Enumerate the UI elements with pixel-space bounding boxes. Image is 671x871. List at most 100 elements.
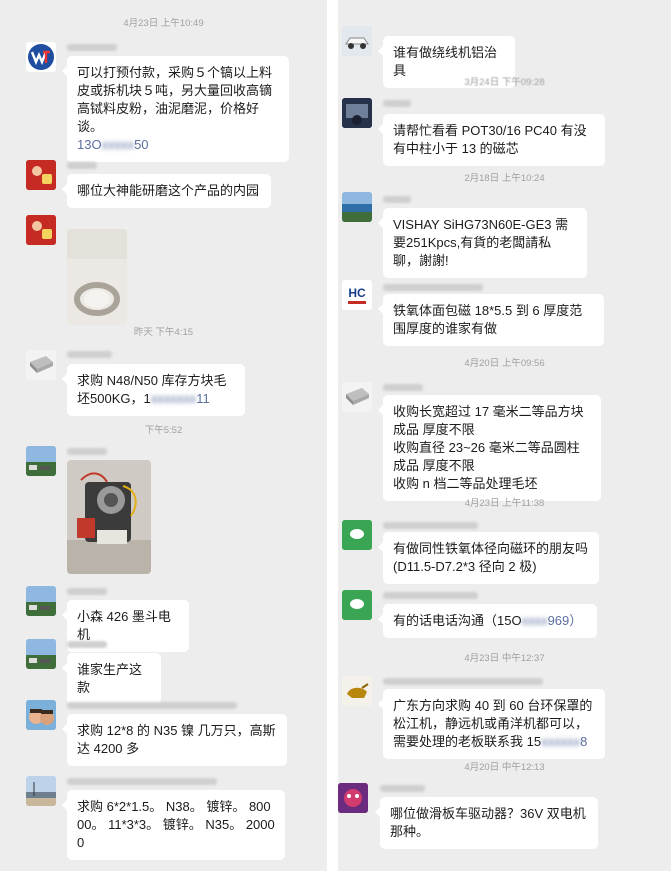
timestamp: 昨天 下午4:15 (133, 327, 194, 338)
chat-panel-left: 4月23日 上午10:49 可以打预付款，采购５个镐以上料皮或拆机块５吨，另大量… (0, 0, 327, 871)
avatar[interactable] (26, 700, 56, 730)
sender-name (383, 592, 478, 599)
message-bubble[interactable]: 求购 N48/N50 库存方块毛坯500KG，1xxxxxxx11 (62, 364, 245, 416)
message-text: 求购 12*8 的 N35 镍 几万只，高斯达 4200 多 (77, 723, 276, 756)
red-envelope-icon (26, 215, 56, 245)
avatar[interactable] (26, 215, 56, 245)
sender-name (67, 641, 107, 648)
chat-app-icon (342, 590, 372, 620)
message-line: 收购直径 23~26 毫米二等品圆柱成品 厚度不限 (393, 440, 580, 473)
message-bubble[interactable]: 铁氧体面包磁 18*5.5 到 6 厚度范围厚度的谁家有做 (378, 294, 604, 346)
message-text: 请帮忙看看 POT30/16 PC40 有没有中柱小于 13 的磁芯 (393, 123, 587, 156)
phone-suffix: 11 (196, 391, 210, 406)
chat-panel-right: 谁有做绕线机铝治具 3月24日 下午09:28 请帮忙看看 POT30/16 P… (338, 0, 671, 871)
phone-suffix: 969） (547, 613, 583, 628)
bull-icon (342, 676, 372, 706)
message-text: 有做同性铁氧体径向磁环的朋友吗(D11.5-D7.2*3 径向 2 极) (393, 541, 589, 574)
message-bubble[interactable]: 有的话电话沟通（15Oxxxx969） (378, 604, 597, 638)
message-line: 收购 n 档二等品处理毛坯 (393, 476, 538, 491)
timestamp: 3月24日 下午09:28 (464, 77, 545, 88)
sender-name (383, 384, 423, 391)
avatar[interactable] (26, 160, 56, 190)
landscape-icon (26, 639, 56, 669)
beach-photo-icon (26, 776, 56, 806)
message-text: 小森 426 墨斗电机 (77, 609, 171, 642)
message-text: VISHAY SiHG73N60E-GE3 需要251Kpcs,有貨的老闆請私聊… (393, 217, 569, 268)
avatar[interactable] (342, 26, 372, 56)
message-text: 哪位做滑板车驱动器？36V 双电机那种。 (390, 806, 586, 839)
message-bubble[interactable]: 请帮忙看看 POT30/16 PC40 有没有中柱小于 13 的磁芯 (378, 114, 605, 166)
phone-redacted: xxxxxx (541, 734, 581, 749)
avatar[interactable]: HC (342, 280, 372, 310)
avatar[interactable] (338, 783, 368, 813)
sender-name (67, 702, 237, 709)
sender-name (383, 284, 483, 291)
sender-name (67, 162, 97, 169)
avatar[interactable] (342, 192, 372, 222)
sender-name (67, 778, 217, 785)
red-envelope-icon (26, 160, 56, 190)
message-text: 哪位大神能研磨这个产品的内园 (77, 183, 260, 198)
sender-name (383, 522, 478, 529)
sender-name (380, 785, 425, 792)
sender-name (67, 351, 112, 358)
avatar[interactable] (342, 676, 372, 706)
message-text: 有的话电话沟通（15O (393, 613, 522, 628)
message-text: 可以打预付款，采购５个镐以上料皮或拆机块５吨，另大量回收高镝高铽料皮粉，油泥磨泥… (77, 65, 273, 134)
timestamp: 4月23日 上午11:38 (464, 498, 545, 509)
avatar[interactable] (342, 98, 372, 128)
timestamp: 2月18日 上午10:24 (464, 173, 545, 184)
sender-name (67, 44, 117, 51)
dark-photo-icon (342, 98, 372, 128)
message-bubble[interactable]: 哪位大神能研磨这个产品的内园 (62, 174, 271, 208)
message-text: 谁家生产这款 (77, 662, 143, 695)
message-bubble[interactable]: 谁家生产这款 (62, 653, 161, 705)
phone-suffix: 8 (580, 734, 588, 749)
phone-redacted: xxxxxxx (150, 391, 197, 406)
timestamp: 4月23日 中午12:37 (464, 653, 545, 664)
message-bubble[interactable]: 哪位做滑板车驱动器？36V 双电机那种。 (375, 797, 598, 849)
message-bubble[interactable]: 求购 12*8 的 N35 镍 几万只，高斯达 4200 多 (62, 714, 287, 766)
timestamp: 4月23日 上午10:49 (123, 18, 204, 29)
magnet-block-icon (342, 382, 372, 412)
phone-redacted: xxxxx (101, 137, 135, 152)
landscape-icon (26, 446, 56, 476)
avatar[interactable] (26, 350, 56, 380)
phone-prefix: 13O (77, 137, 102, 152)
avatar[interactable] (26, 446, 56, 476)
message-bubble[interactable]: 广东方向求购 40 到 60 台环保罩的松江机，静远机或甬洋机都可以，需要处理的… (378, 689, 605, 759)
photo-motor[interactable] (67, 460, 151, 574)
avatar[interactable] (342, 520, 372, 550)
message-bubble[interactable]: 可以打预付款，采购５个镐以上料皮或拆机块５吨，另大量回收高镝高铽料皮粉，油泥磨泥… (62, 56, 289, 162)
message-bubble[interactable]: 收购长宽超过 17 毫米二等品方块成品 厚度不限 收购直径 23~26 毫米二等… (378, 395, 601, 501)
avatar[interactable] (342, 590, 372, 620)
sender-name (67, 448, 107, 455)
avatar[interactable] (342, 382, 372, 412)
message-text: 求购 6*2*1.5。 N38。 镀锌。 80000。 11*3*3。 镀锌。 … (77, 799, 275, 850)
phone-suffix: 50 (134, 137, 149, 152)
message-bubble[interactable]: 求购 6*2*1.5。 N38。 镀锌。 80000。 11*3*3。 镀锌。 … (62, 790, 285, 860)
phone-link[interactable]: 13Oxxxxx50 (77, 137, 149, 152)
svg-text:HC: HC (348, 286, 366, 300)
lake-photo-icon (342, 192, 372, 222)
avatar[interactable] (26, 42, 56, 72)
avatar[interactable] (26, 776, 56, 806)
avatar[interactable] (26, 586, 56, 616)
sender-name (383, 100, 411, 107)
phone-redacted: xxxx (521, 613, 548, 628)
message-bubble[interactable]: 有做同性铁氧体径向磁环的朋友吗(D11.5-D7.2*3 径向 2 极) (378, 532, 599, 584)
magnet-block-icon (26, 350, 56, 380)
kids-photo-icon (26, 700, 56, 730)
brand-logo-icon (28, 44, 54, 70)
photo-ring[interactable] (67, 229, 127, 325)
hc-logo-icon: HC (342, 280, 372, 310)
lion-dance-icon (338, 783, 368, 813)
message-text: 铁氧体面包磁 18*5.5 到 6 厚度范围厚度的谁家有做 (393, 303, 583, 336)
timestamp: 4月20日 上午09:56 (464, 358, 545, 369)
avatar[interactable] (26, 639, 56, 669)
chat-app-icon (342, 520, 372, 550)
timestamp: 下午5:52 (144, 425, 183, 436)
message-bubble[interactable]: VISHAY SiHG73N60E-GE3 需要251Kpcs,有貨的老闆請私聊… (378, 208, 587, 278)
sender-name (67, 588, 107, 595)
timestamp: 4月20日 中午12:13 (464, 762, 545, 773)
